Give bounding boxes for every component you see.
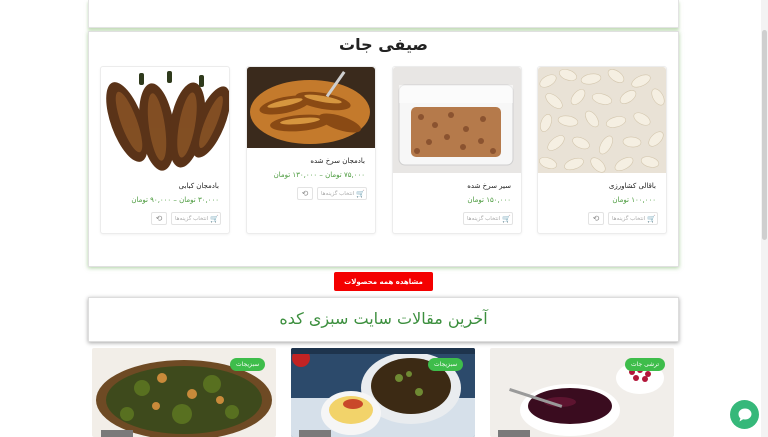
article-category-badge[interactable]: ترشی جات xyxy=(625,358,666,371)
product-name[interactable]: بادمجان سرخ شده xyxy=(310,157,365,165)
article-category-badge[interactable]: سبزیجات xyxy=(428,358,464,371)
product-price: ۱۵۰,۰۰۰ تومان xyxy=(467,196,511,204)
choose-options-button[interactable]: 🛒 انتخاب گزینه‌ها xyxy=(463,212,513,225)
cart-icon: 🛒 xyxy=(502,214,511,223)
page-scrollbar[interactable] xyxy=(761,0,768,437)
fried-garlic-image xyxy=(393,67,521,173)
view-all-products-button[interactable]: مشاهده همه محصولات xyxy=(334,272,433,291)
article-category-badge[interactable]: سبزیجات xyxy=(230,358,266,371)
article-date-badge xyxy=(101,430,133,437)
articles-title: آخرین مقالات سایت سبزی کده xyxy=(279,309,488,328)
cart-icon: 🛒 xyxy=(210,214,219,223)
choose-options-button[interactable]: 🛒 انتخاب گزینه‌ها xyxy=(608,212,658,225)
grilled-eggplant-image xyxy=(101,67,229,173)
articles-header-box: آخرین مقالات سایت سبزی کده xyxy=(88,297,679,342)
scrollbar-thumb[interactable] xyxy=(762,30,767,240)
section-title: صیفی جات xyxy=(339,35,428,54)
product-image[interactable] xyxy=(393,67,521,173)
compare-button[interactable]: ⟲ xyxy=(297,187,313,200)
product-card[interactable]: بادمجان کبابی ۳۰,۰۰۰ تومان – ۹۰,۰۰۰ توما… xyxy=(100,66,230,234)
choose-options-button[interactable]: 🛒 انتخاب گزینه‌ها xyxy=(317,187,367,200)
article-date-badge xyxy=(299,430,331,437)
product-card[interactable]: باقالی کشاورزی ۱۰۰,۰۰۰ تومان 🛒 انتخاب گز… xyxy=(537,66,667,234)
compare-icon: ⟲ xyxy=(301,189,309,198)
product-price: ۷۵,۰۰۰ تومان – ۱۳۰,۰۰۰ تومان xyxy=(273,171,365,179)
choose-options-label: انتخاب گزینه‌ها xyxy=(321,190,355,197)
previous-section-box xyxy=(88,0,679,28)
product-image[interactable] xyxy=(101,67,229,173)
cart-icon: 🛒 xyxy=(356,189,365,198)
product-card[interactable]: بادمجان سرخ شده ۷۵,۰۰۰ تومان – ۱۳۰,۰۰۰ ت… xyxy=(246,66,376,234)
product-card[interactable]: سیر سرخ شده ۱۵۰,۰۰۰ تومان 🛒 انتخاب گزینه… xyxy=(392,66,522,234)
choose-options-label: انتخاب گزینه‌ها xyxy=(175,215,209,222)
fried-eggplant-image xyxy=(247,67,375,148)
choose-options-button[interactable]: 🛒 انتخاب گزینه‌ها xyxy=(171,212,221,225)
product-name[interactable]: باقالی کشاورزی xyxy=(609,182,656,190)
chat-widget-button[interactable] xyxy=(730,400,759,429)
cart-icon: 🛒 xyxy=(647,214,656,223)
choose-options-label: انتخاب گزینه‌ها xyxy=(467,215,501,222)
product-image[interactable] xyxy=(247,67,375,148)
product-name[interactable]: سیر سرخ شده xyxy=(467,182,511,190)
article-date-badge xyxy=(498,430,530,437)
product-name[interactable]: بادمجان کبابی xyxy=(179,182,219,190)
compare-button[interactable]: ⟲ xyxy=(588,212,604,225)
fava-beans-image xyxy=(538,67,666,173)
product-price: ۱۰۰,۰۰۰ تومان xyxy=(612,196,656,204)
choose-options-label: انتخاب گزینه‌ها xyxy=(612,215,646,222)
product-image[interactable] xyxy=(538,67,666,173)
chat-bubble-icon xyxy=(738,408,751,421)
compare-icon: ⟲ xyxy=(155,214,163,223)
compare-button[interactable]: ⟲ xyxy=(151,212,167,225)
compare-icon: ⟲ xyxy=(592,214,600,223)
product-price: ۳۰,۰۰۰ تومان – ۹۰,۰۰۰ تومان xyxy=(131,196,219,204)
